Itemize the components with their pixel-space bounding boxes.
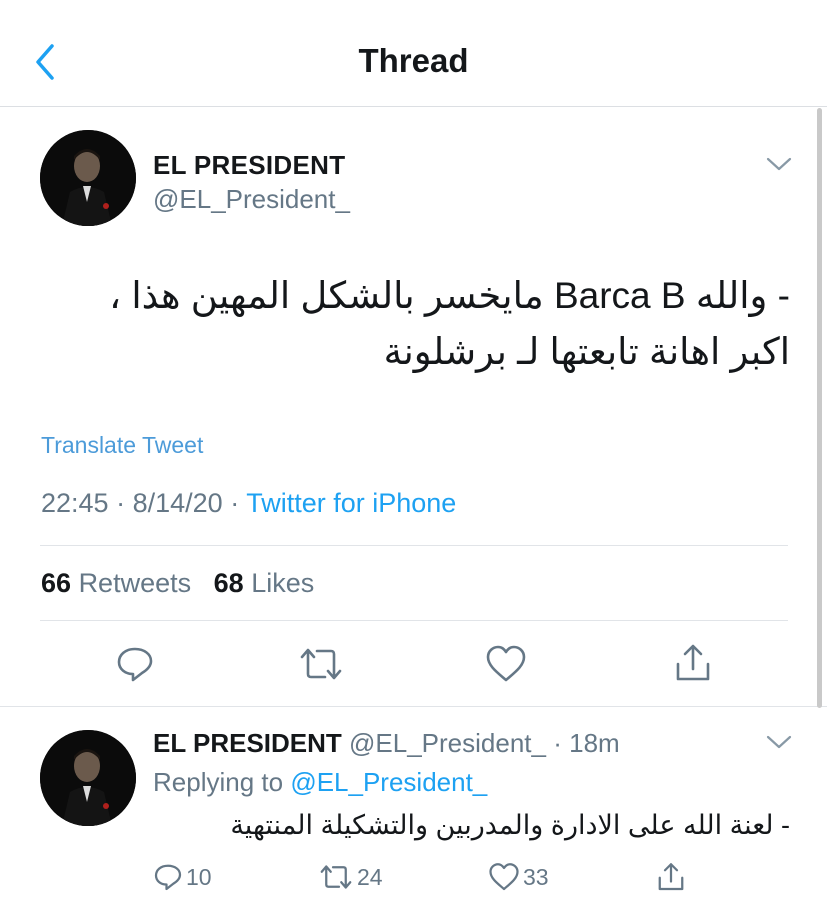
reply-share-button[interactable] [656, 860, 686, 894]
share-icon [676, 644, 710, 681]
tweet-meta: 22:45 · 8/14/20 · Twitter for iPhone [41, 488, 456, 519]
likes-label: Likes [251, 568, 315, 598]
reply-time: 18m [569, 728, 620, 758]
like-count: 33 [523, 863, 549, 890]
retweet-icon [300, 648, 342, 680]
reply-author-handle[interactable]: @EL_President_ [349, 728, 546, 758]
thread-header: Thread [0, 0, 827, 107]
reply-text: - لعنة الله على الادارة والمدربين والتشك… [230, 810, 790, 840]
tweet-source-link[interactable]: Twitter for iPhone [246, 488, 456, 518]
tweet-stats: 66 Retweets 68 Likes [41, 568, 314, 599]
reply-retweet-button[interactable]: 24 [318, 860, 383, 894]
replying-prefix: Replying to [153, 767, 284, 797]
meta-separator: · [230, 488, 240, 518]
retweet-button[interactable] [298, 644, 344, 684]
reply-reply-button[interactable]: 10 [153, 860, 212, 894]
reply-menu-button[interactable] [764, 732, 794, 752]
tweet-text: - والله Barca B مايخسر بالشكل المهين هذا… [109, 275, 790, 372]
meta-separator: · [116, 488, 126, 518]
scrollbar[interactable] [817, 108, 822, 708]
share-button[interactable] [673, 642, 713, 684]
author-name[interactable]: EL PRESIDENT [153, 150, 345, 181]
tweet-date: 8/14/20 [132, 488, 223, 518]
reply-header: EL PRESIDENT @EL_President_ · 18m [153, 728, 620, 759]
replying-to-link[interactable]: @EL_President_ [290, 767, 487, 797]
tweet-menu-button[interactable] [764, 154, 794, 174]
retweet-count: 24 [357, 863, 383, 890]
author-handle[interactable]: @EL_President_ [153, 184, 350, 215]
retweets-count: 66 [41, 568, 72, 598]
likes-stat[interactable]: 68 Likes [214, 568, 315, 598]
reply-author-name[interactable]: EL PRESIDENT [153, 728, 342, 758]
reply-icon [154, 864, 182, 891]
chevron-down-icon [766, 157, 792, 171]
reply-icon [117, 647, 153, 682]
divider [40, 620, 788, 621]
translate-tweet-link[interactable]: Translate Tweet [41, 432, 203, 459]
page-title: Thread [358, 42, 469, 79]
divider [40, 545, 788, 546]
chevron-down-icon [766, 735, 792, 749]
tweet-time: 22:45 [41, 488, 109, 518]
retweets-stat[interactable]: 66 Retweets [41, 568, 191, 598]
retweets-label: Retweets [78, 568, 192, 598]
replying-to: Replying to @EL_President_ [153, 767, 487, 798]
heart-icon [486, 645, 526, 682]
retweet-icon [320, 865, 352, 889]
heart-icon [489, 863, 519, 891]
avatar[interactable] [40, 130, 136, 226]
reply-separator: · [553, 728, 562, 758]
divider [0, 706, 827, 707]
share-icon [658, 863, 684, 891]
like-button[interactable] [485, 644, 527, 684]
reply-like-button[interactable]: 33 [488, 860, 549, 894]
likes-count: 68 [213, 568, 244, 598]
avatar[interactable] [40, 730, 136, 826]
reply-button[interactable] [115, 644, 155, 684]
reply-count: 10 [186, 863, 212, 890]
